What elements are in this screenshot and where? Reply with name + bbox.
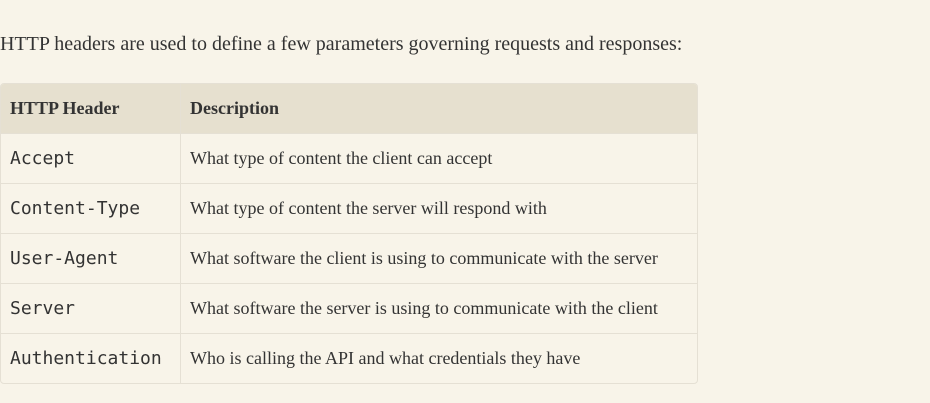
header-name-cell: Content-Type bbox=[1, 183, 181, 233]
header-description-cell: What type of content the client can acce… bbox=[181, 133, 697, 183]
table-row: Server What software the server is using… bbox=[1, 283, 697, 333]
header-description-cell: What software the client is using to com… bbox=[181, 233, 697, 283]
table-row: Authentication Who is calling the API an… bbox=[1, 333, 697, 383]
header-name-cell: Authentication bbox=[1, 333, 181, 383]
header-name-cell: Server bbox=[1, 283, 181, 333]
header-description-cell: What type of content the server will res… bbox=[181, 183, 697, 233]
table-body: Accept What type of content the client c… bbox=[1, 133, 697, 383]
column-header-description: Description bbox=[181, 84, 697, 133]
document-page: HTTP headers are used to define a few pa… bbox=[0, 0, 930, 403]
table-row: Content-Type What type of content the se… bbox=[1, 183, 697, 233]
column-header-http-header: HTTP Header bbox=[1, 84, 181, 133]
header-name-cell: Accept bbox=[1, 133, 181, 183]
table-row: User-Agent What software the client is u… bbox=[1, 233, 697, 283]
header-description-cell: What software the server is using to com… bbox=[181, 283, 697, 333]
table-header-row: HTTP Header Description bbox=[1, 84, 697, 133]
intro-paragraph: HTTP headers are used to define a few pa… bbox=[0, 33, 683, 55]
table-row: Accept What type of content the client c… bbox=[1, 133, 697, 183]
header-name-cell: User-Agent bbox=[1, 233, 181, 283]
table-header: HTTP Header Description bbox=[1, 84, 697, 133]
header-description-cell: Who is calling the API and what credenti… bbox=[181, 333, 697, 383]
http-headers-table: HTTP Header Description Accept What type… bbox=[0, 83, 698, 384]
